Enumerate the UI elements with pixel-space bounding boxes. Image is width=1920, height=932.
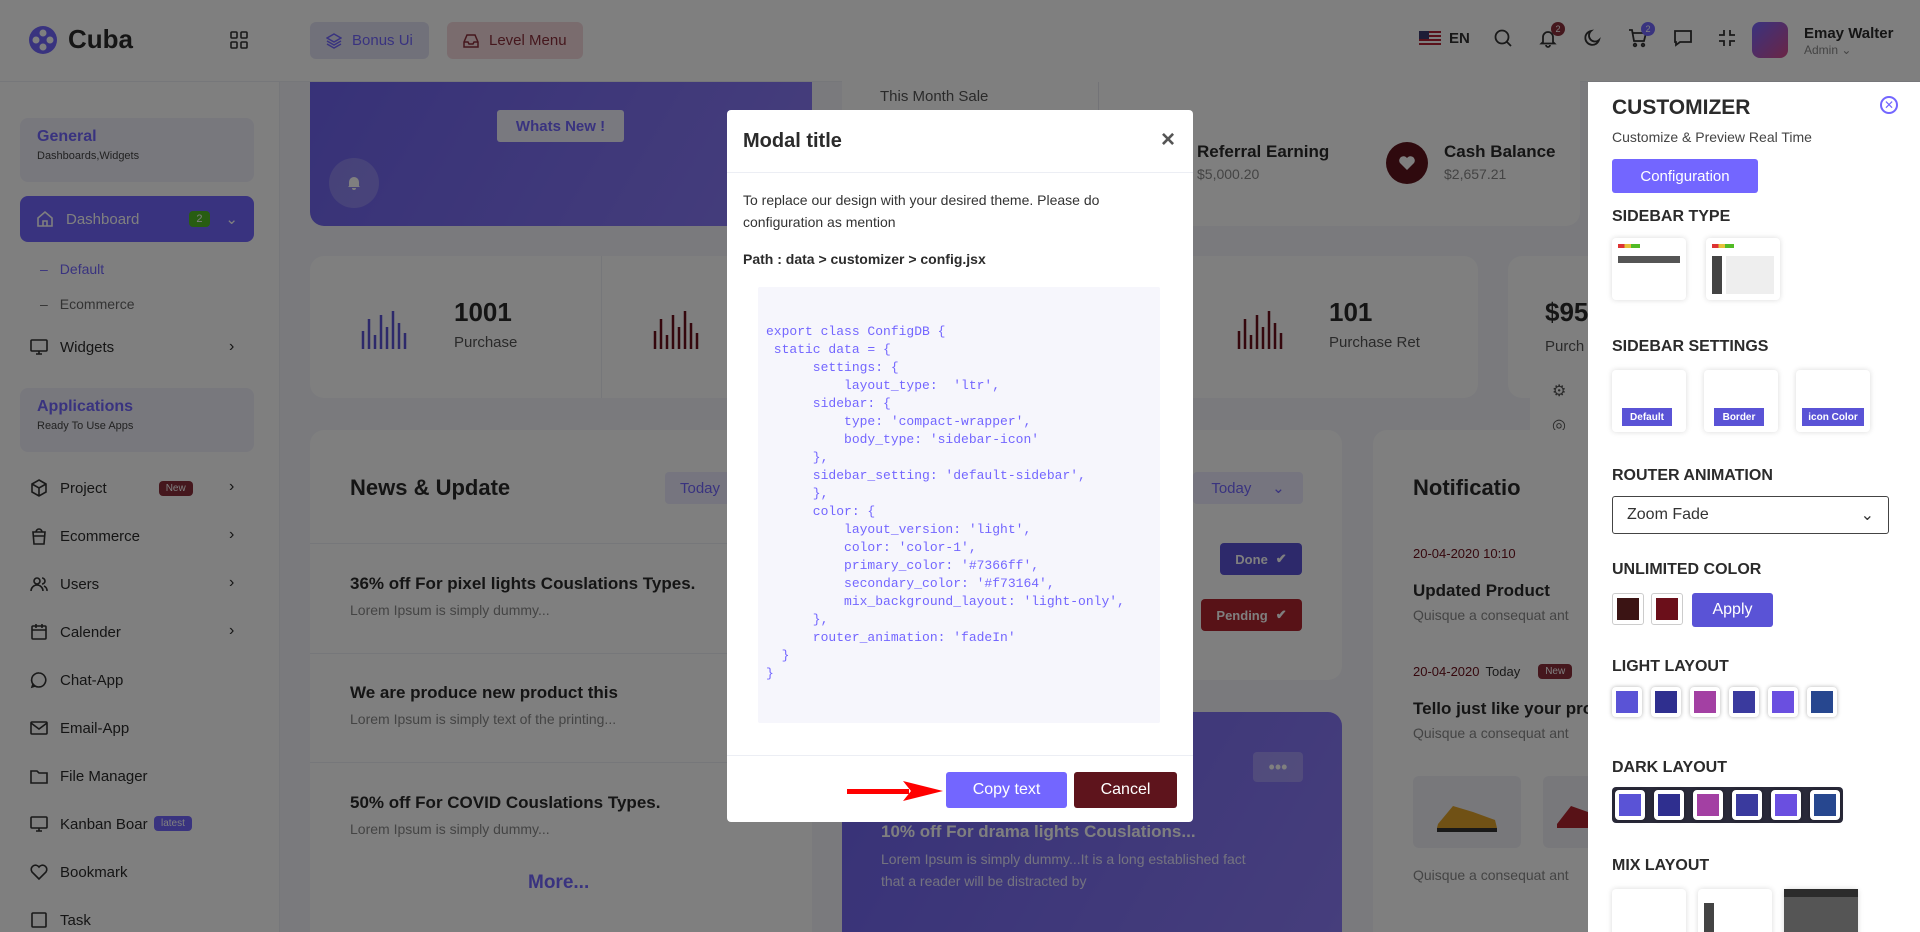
configuration-button[interactable]: Configuration bbox=[1612, 159, 1758, 193]
light-layout-swatches bbox=[1612, 687, 1837, 717]
config-modal: Modal title × To replace our design with… bbox=[727, 110, 1193, 822]
close-icon[interactable]: × bbox=[1161, 126, 1175, 154]
modal-description: To replace our design with your desired … bbox=[743, 192, 1100, 230]
dark-layout-swatch-5[interactable] bbox=[1771, 790, 1801, 820]
sidebar-type-horizontal-option[interactable] bbox=[1612, 238, 1686, 300]
dark-layout-swatch-1[interactable] bbox=[1615, 790, 1645, 820]
mix-layout-light-sidebar-option[interactable] bbox=[1698, 889, 1772, 932]
copy-text-button[interactable]: Copy text bbox=[946, 772, 1067, 808]
mix-layout-dark-option[interactable] bbox=[1784, 889, 1858, 932]
secondary-color-picker[interactable] bbox=[1651, 593, 1683, 625]
sidebar-setting-default-option[interactable]: Default bbox=[1612, 370, 1686, 432]
red-arrow-icon bbox=[847, 781, 943, 801]
light-layout-swatch-5[interactable] bbox=[1768, 687, 1798, 717]
mix-layout-heading: MIX LAYOUT bbox=[1612, 857, 1710, 874]
router-animation-heading: ROUTER ANIMATION bbox=[1612, 467, 1773, 484]
light-layout-swatch-3[interactable] bbox=[1690, 687, 1720, 717]
config-path: Path : data > customizer > config.jsx bbox=[743, 251, 986, 267]
apply-color-button[interactable]: Apply bbox=[1692, 593, 1773, 627]
customizer-subtitle: Customize & Preview Real Time bbox=[1612, 129, 1812, 145]
dark-layout-heading: DARK LAYOUT bbox=[1612, 759, 1727, 776]
divider bbox=[727, 755, 1193, 756]
customizer-title: CUSTOMIZER bbox=[1612, 96, 1751, 119]
dark-layout-swatch-3[interactable] bbox=[1693, 790, 1723, 820]
mix-layout-light-option[interactable] bbox=[1612, 889, 1686, 932]
light-layout-swatch-1[interactable] bbox=[1612, 687, 1642, 717]
chevron-down-icon: ⌄ bbox=[1860, 507, 1874, 524]
unlimited-color-heading: UNLIMITED COLOR bbox=[1612, 561, 1762, 578]
dark-layout-swatches bbox=[1612, 787, 1843, 823]
light-layout-swatch-6[interactable] bbox=[1807, 687, 1837, 717]
light-layout-heading: LIGHT LAYOUT bbox=[1612, 658, 1729, 675]
primary-color-picker[interactable] bbox=[1612, 593, 1644, 625]
code-block[interactable]: export class ConfigDB { static data = { … bbox=[758, 287, 1160, 723]
sidebar-settings-heading: SIDEBAR SETTINGS bbox=[1612, 338, 1769, 355]
dark-layout-swatch-4[interactable] bbox=[1732, 790, 1762, 820]
customizer-panel: CUSTOMIZER ✕ Customize & Preview Real Ti… bbox=[1588, 82, 1920, 932]
dark-layout-swatch-2[interactable] bbox=[1654, 790, 1684, 820]
sidebar-type-heading: SIDEBAR TYPE bbox=[1612, 208, 1731, 225]
sidebar-setting-border-option[interactable]: Border bbox=[1704, 370, 1778, 432]
light-layout-swatch-4[interactable] bbox=[1729, 687, 1759, 717]
dark-layout-swatch-6[interactable] bbox=[1810, 790, 1840, 820]
cancel-button[interactable]: Cancel bbox=[1074, 772, 1177, 808]
close-icon[interactable]: ✕ bbox=[1880, 96, 1898, 114]
sidebar-setting-icon-color-option[interactable]: icon Color bbox=[1796, 370, 1870, 432]
sidebar-type-vertical-option[interactable] bbox=[1706, 238, 1780, 300]
modal-title: Modal title bbox=[743, 130, 842, 152]
divider bbox=[727, 172, 1193, 173]
light-layout-swatch-2[interactable] bbox=[1651, 687, 1681, 717]
config-code: export class ConfigDB { static data = { … bbox=[766, 324, 1125, 681]
router-animation-select[interactable]: Zoom Fade ⌄ bbox=[1612, 496, 1889, 534]
